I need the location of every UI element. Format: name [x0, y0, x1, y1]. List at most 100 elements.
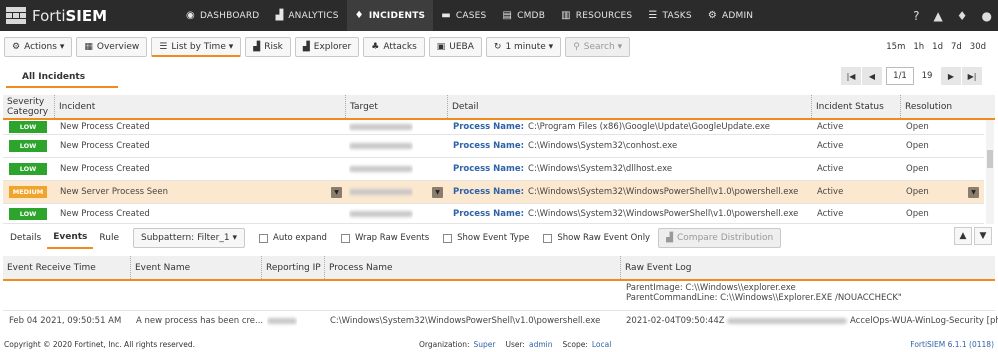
checkbox-icon — [259, 233, 268, 243]
overview-button[interactable]: ▦ Overview — [76, 37, 148, 57]
nav-cases[interactable]: ▬ CASES — [433, 0, 494, 31]
admin-icon: ⚙ — [707, 10, 717, 21]
event-time: Feb 04 2021, 09:50:51 AM — [9, 315, 122, 326]
actions-dropdown[interactable]: ⚙ Actions ▾ — [4, 37, 73, 57]
risk-button[interactable]: ▟ Risk — [245, 37, 291, 57]
severity-badge: LOW — [9, 121, 47, 133]
subpattern-dropdown[interactable]: Subpattern: Filter_1 ▾ — [132, 228, 245, 248]
incident-name: New Process Created — [60, 122, 150, 132]
col-incident[interactable]: Incident — [54, 95, 95, 118]
auto-expand-checkbox[interactable]: Auto expand — [259, 233, 327, 243]
incident-table-header: Severity Category Incident Target Detail… — [3, 95, 995, 120]
footer: Copyright © 2020 Fortinet, Inc. All righ… — [0, 336, 998, 352]
incident-row[interactable]: LOW New Process Created Process Name: C:\… — [3, 120, 984, 135]
range-1h[interactable]: 1h — [913, 42, 924, 52]
range-15m[interactable]: 15m — [886, 42, 905, 52]
list-by-time-button[interactable]: ☰ List by Time ▾ — [151, 37, 242, 57]
col-severity-category[interactable]: Severity Category — [7, 95, 51, 118]
nav-tasks[interactable]: ☰ TASKS — [640, 0, 699, 31]
incident-row[interactable]: LOW New Process Created Process Name: C:\… — [3, 158, 984, 181]
incident-table-scrollbar[interactable] — [986, 120, 994, 224]
incident-toolbar: ⚙ Actions ▾ ▦ Overview ☰ List by Time ▾ ▟ Ri… — [0, 31, 998, 63]
col-raw-event-log[interactable]: Raw Event Log — [620, 256, 692, 279]
chevron-down-icon[interactable]: ▼ — [974, 227, 992, 245]
incident-detail: Process Name: C:\Windows\System32\dllhost… — [453, 164, 673, 174]
col-incident-status[interactable]: Incident Status — [811, 95, 884, 118]
resolution-dropdown-icon[interactable]: ▼ — [968, 187, 979, 198]
tab-events[interactable]: Events — [47, 227, 94, 249]
checkbox-icon — [340, 233, 350, 243]
col-detail[interactable]: Detail — [447, 95, 479, 118]
nav-dashboard[interactable]: ◉ DASHBOARD — [178, 0, 267, 31]
range-1d[interactable]: 1d — [932, 42, 943, 52]
event-name: A new process has been cre... — [136, 315, 264, 326]
next-page-button[interactable]: ▶ — [941, 67, 961, 85]
checkbox-icon — [543, 233, 553, 243]
incident-name: New Process Created — [60, 141, 150, 151]
severity-badge: LOW — [9, 140, 47, 152]
col-process-name[interactable]: Process Name — [324, 256, 393, 279]
col-reporting-ip[interactable]: Reporting IP — [261, 256, 321, 279]
page-input[interactable]: 1/1 — [886, 67, 914, 85]
target-dropdown-icon[interactable]: ▼ — [432, 187, 443, 198]
col-target[interactable]: Target — [345, 95, 378, 118]
refresh-interval-dropdown[interactable]: ↻ 1 minute ▾ — [485, 37, 562, 57]
search-button[interactable]: ⚲ Search ▾ — [565, 37, 631, 57]
chevron-up-icon[interactable]: ▲ — [954, 227, 972, 245]
col-event-receive-time[interactable]: Event Receive Time — [7, 256, 96, 279]
overview-icon: ▦ — [84, 42, 93, 52]
user-icon[interactable]: ● — [982, 9, 992, 23]
chart-icon: ▟ — [666, 233, 674, 243]
first-page-button[interactable]: |◀ — [841, 67, 861, 85]
col-resolution[interactable]: Resolution — [900, 95, 952, 118]
incident-row[interactable]: LOW New Process Created Process Name: C:\… — [3, 204, 984, 224]
event-process-name: C:\Windows\System32\WindowsPowerShell\v1… — [330, 315, 601, 326]
notification-bell-icon[interactable]: ♦ — [957, 9, 968, 23]
fortisiem-logo[interactable]: FortiSIEM — [6, 6, 166, 25]
tab-details[interactable]: Details — [4, 227, 47, 249]
explorer-chart-icon: ▟ — [302, 42, 310, 52]
target-redacted — [349, 181, 413, 203]
refresh-icon: ↻ — [493, 42, 502, 52]
event-row[interactable]: Feb 04 2021, 09:50:51 AM A new process h… — [3, 310, 998, 330]
raw-event-log: 2021-02-04T09:50:44Z AccelOps-WUA-WinLog… — [626, 315, 998, 326]
incident-row-selected[interactable]: MEDIUM New Server Process Seen ▼ ▼ Proce… — [3, 181, 984, 204]
incident-resolution: Open — [906, 208, 929, 219]
version: FortiSIEM 6.1.1 (0118) — [910, 339, 994, 349]
nav-incidents[interactable]: ♦ INCIDENTS — [346, 0, 434, 31]
compare-distribution-button[interactable]: ▟ Compare Distribution — [658, 228, 782, 248]
gear-icon: ⚙ — [12, 42, 21, 52]
range-7d[interactable]: 7d — [951, 42, 962, 52]
wrap-raw-events-checkbox[interactable]: Wrap Raw Events — [340, 233, 429, 243]
help-icon[interactable]: ? — [913, 9, 919, 23]
incident-status: Active — [817, 141, 844, 151]
attacks-button[interactable]: ♣ Attacks — [363, 37, 425, 57]
range-30d[interactable]: 30d — [970, 42, 986, 52]
explorer-button[interactable]: ▟ Explorer — [294, 37, 360, 57]
nav-cmdb[interactable]: ▤ CMDB — [494, 0, 553, 31]
caret-down-icon: ▾ — [228, 41, 234, 52]
last-page-button[interactable]: ▶| — [962, 67, 982, 85]
incident-resolution: Open — [906, 164, 929, 174]
col-event-name[interactable]: Event Name — [130, 256, 190, 279]
nav-analytics[interactable]: ▟ ANALYTICS — [267, 0, 346, 31]
ueba-button[interactable]: ▣ UEBA — [428, 37, 482, 57]
nav-admin[interactable]: ⚙ ADMIN — [700, 0, 761, 31]
copyright: Copyright © 2020 Fortinet, Inc. All righ… — [4, 339, 195, 349]
incident-name: New Server Process Seen — [60, 187, 169, 197]
organization-label: Organization: — [419, 339, 470, 349]
incident-dropdown-icon[interactable]: ▼ — [331, 187, 342, 198]
warning-icon[interactable]: ▲ — [934, 9, 943, 23]
scrollbar-thumb[interactable] — [987, 150, 993, 168]
incident-row[interactable]: LOW New Process Created Process Name: C:\… — [3, 135, 984, 158]
show-event-type-checkbox[interactable]: Show Event Type — [443, 233, 529, 243]
main-nav: ◉ DASHBOARD ▟ ANALYTICS ♦ INCIDENTS ▬ CASES … — [178, 0, 761, 31]
incident-detail: Process Name: C:\Windows\System32\Windows… — [453, 187, 799, 197]
caret-down-icon: ▾ — [548, 42, 554, 52]
prev-page-button[interactable]: ◀ — [862, 67, 882, 85]
show-raw-event-only-checkbox[interactable]: Show Raw Event Only — [543, 233, 650, 243]
tab-rule[interactable]: Rule — [93, 227, 125, 249]
nav-resources[interactable]: ▥ RESOURCES — [553, 0, 640, 31]
tab-all-incidents[interactable]: All Incidents — [6, 67, 118, 88]
incident-detail: Process Name: C:\Windows\System32\Windows… — [453, 208, 799, 219]
